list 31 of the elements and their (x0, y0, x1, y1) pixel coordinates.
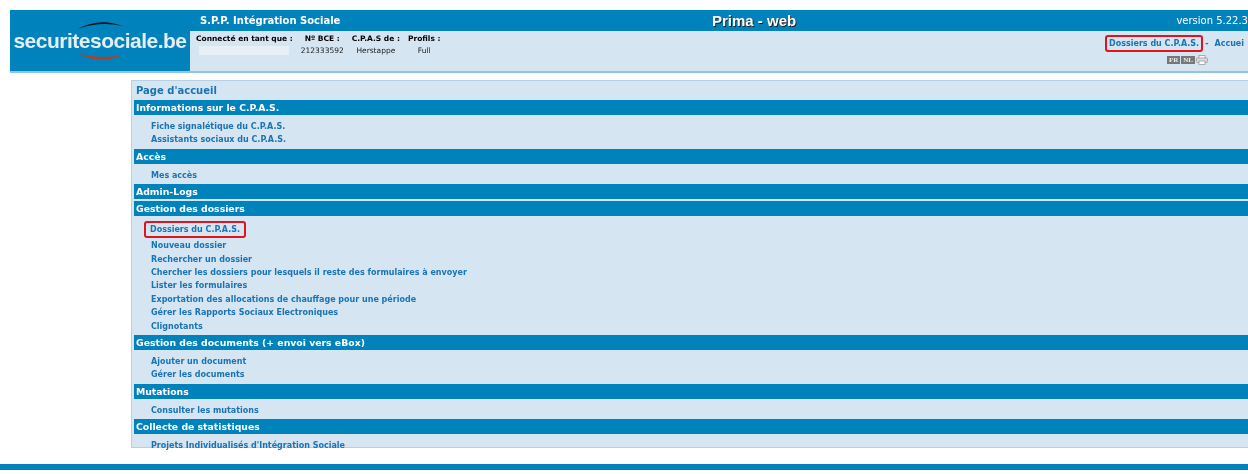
breadcrumb-link[interactable]: Accuei (1210, 35, 1248, 52)
section-header: Collecte de statistiques (134, 419, 1248, 435)
menu-link[interactable]: Exportation des allocations de chauffage pour une période (147, 292, 421, 307)
section-header: Informations sur le C.P.A.S. (134, 100, 1248, 115)
page-title: Page d'accueil (135, 84, 218, 98)
menu-link[interactable]: Chercher les dossiers pour lesquels il reste des formulaires à envoyer (147, 266, 471, 280)
menu-link[interactable]: Fiche signalétique du C.P.A.S. (147, 120, 290, 134)
menu-link[interactable]: Rechercher un dossier (147, 252, 257, 267)
menu-link[interactable]: Consulter les mutations (147, 403, 263, 418)
logo[interactable]: securitesociale.be (13, 29, 187, 52)
menu-link[interactable]: Nouveau dossier (147, 239, 231, 253)
breadcrumb-link[interactable]: Dossiers du C.P.A.S. (1105, 35, 1204, 52)
menu-link[interactable]: Dossiers du C.P.A.S. (144, 221, 247, 239)
section-header: Mutations (134, 383, 1248, 399)
section-header: Admin-Logs (134, 184, 1248, 200)
section-header: Gestion des documents (+ envoi vers eBox) (134, 335, 1248, 351)
menu-link[interactable]: Ajouter un document (147, 355, 251, 369)
organization-name: S.P.P. Intégration Sociale (200, 15, 342, 26)
printer-icon[interactable] (1196, 55, 1208, 65)
menu-link[interactable]: Gérer les documents (147, 368, 249, 382)
menu-link[interactable]: Assistants sociaux du C.P.A.S. (147, 133, 291, 147)
menu-link[interactable]: Gérer les Rapports Sociaux Electroniques (147, 306, 343, 320)
breadcrumb-separator: - (1205, 39, 1209, 48)
menu-link[interactable]: Lister les formulaires (147, 279, 252, 293)
section-header: Accès (134, 148, 1248, 164)
section-header: Gestion des dossiers (134, 201, 1248, 217)
menu-link[interactable]: Projets Individualisés d'Intégration Sociale (147, 439, 349, 453)
menu-link[interactable]: Clignotants (147, 319, 207, 334)
menu-link[interactable]: Mes accès (147, 168, 201, 183)
app-title: Prima - web (711, 12, 798, 29)
version-label: version 5.22.3 (1176, 15, 1248, 26)
